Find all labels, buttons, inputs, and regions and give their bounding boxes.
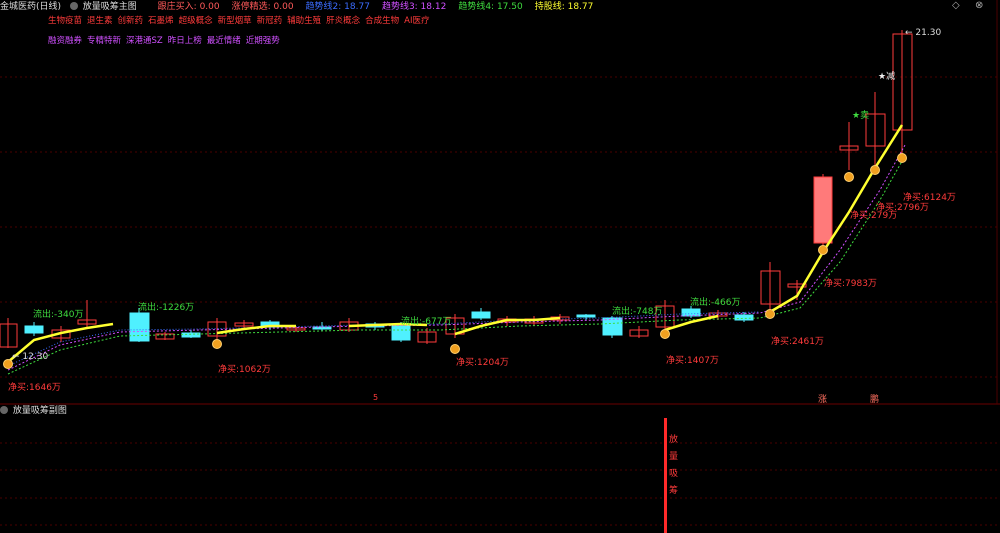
- outflow-label: 流出:-1226万: [138, 303, 195, 313]
- high-price-label: ← 21.30: [905, 28, 942, 38]
- candle: [129, 308, 150, 342]
- candle: [813, 174, 833, 246]
- sell-star-label: ★卖: [852, 111, 870, 121]
- candle: [576, 314, 596, 320]
- candle: [471, 308, 491, 320]
- net-buy-label: 净买:7983万: [824, 279, 877, 289]
- net-buy-label: 净买:1407万: [666, 356, 719, 366]
- candle: [839, 122, 859, 170]
- main-chart-canvas[interactable]: [0, 0, 1000, 405]
- sub-indicator-toggle-icon[interactable]: [0, 406, 8, 414]
- candle: [892, 30, 913, 160]
- net-buy-label: 净买:1646万: [8, 383, 61, 393]
- net-buy-label: 净买:1062万: [218, 365, 271, 375]
- candles: [0, 30, 913, 348]
- outflow-label: 流出:-340万: [33, 310, 84, 320]
- date-mark: 鹏: [870, 395, 880, 405]
- net-buy-label: 净买:2461万: [771, 337, 824, 347]
- reduce-star-label: ★减: [878, 72, 896, 82]
- sub-grid-lines: [0, 442, 1000, 526]
- outflow-label: 流出:-677万: [401, 317, 452, 327]
- trend-line-2: [7, 311, 761, 367]
- candle: [629, 326, 649, 338]
- grid-lines: [0, 76, 1000, 378]
- date-mark: 5: [373, 393, 379, 402]
- net-buy-label: 净买:1204万: [456, 358, 509, 368]
- outflow-label: 流出:-466万: [690, 298, 741, 308]
- date-mark: 涨: [818, 395, 828, 405]
- volume-signal-bar: [664, 418, 667, 533]
- net-buy-label: 净买:6124万: [903, 193, 956, 203]
- sub-vertical-text: 放 量 吸 筹: [669, 435, 679, 496]
- candle: [207, 318, 227, 340]
- sub-chart-header: 放量吸筹副图: [0, 405, 67, 417]
- candle: [155, 332, 175, 340]
- candle: [24, 322, 44, 336]
- candle: [0, 318, 18, 348]
- sub-indicator-name[interactable]: 放量吸筹副图: [13, 406, 67, 416]
- outflow-label: 流出:-748万: [612, 307, 663, 317]
- low-price-label: ← 12.30: [12, 352, 49, 362]
- sub-chart-canvas[interactable]: [0, 418, 1000, 533]
